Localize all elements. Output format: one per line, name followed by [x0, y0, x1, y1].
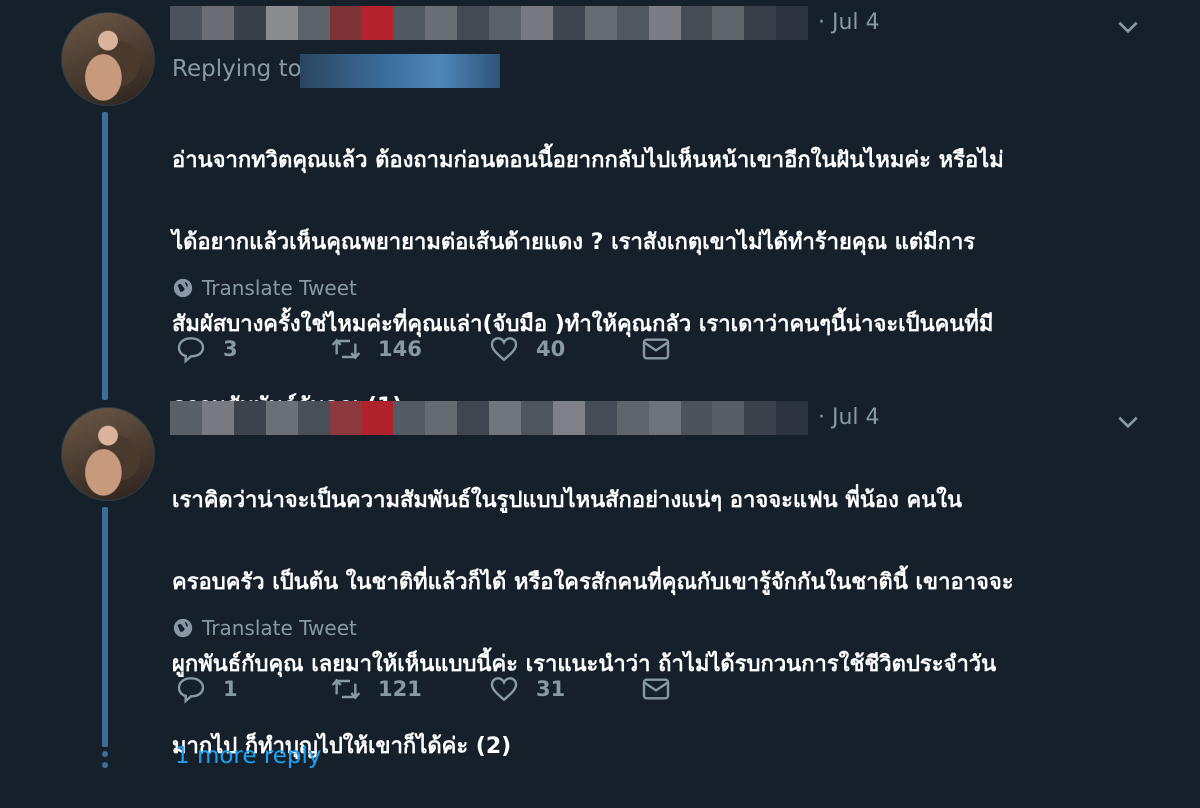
retweet-button[interactable]: 146	[330, 333, 422, 365]
direct-message-button[interactable]	[640, 333, 672, 365]
like-button[interactable]: 40	[488, 333, 565, 365]
tweet-text-line: อ่านจากทวิตคุณแล้ว ต้องถามก่อนตอนนี้อยาก…	[172, 148, 1004, 173]
reply-count: 1	[223, 677, 238, 701]
avatar[interactable]	[61, 407, 155, 501]
translate-label: Translate Tweet	[202, 616, 357, 640]
translate-tweet-link[interactable]: Translate Tweet	[172, 276, 357, 300]
direct-message-button[interactable]	[640, 673, 672, 705]
retweet-count: 146	[378, 337, 422, 361]
globe-icon	[173, 278, 193, 298]
tweet-text-line: เราคิดว่าน่าจะเป็นความสัมพันธ์ในรูปแบบไห…	[172, 488, 963, 513]
like-button[interactable]: 31	[488, 673, 565, 705]
avatar[interactable]	[61, 12, 155, 106]
thread-line	[102, 507, 108, 747]
retweet-icon	[331, 678, 361, 700]
tweet-text-line: ได้อยากแล้วเห็นคุณพยายามต่อเส้นด้ายแดง ?…	[172, 230, 976, 255]
retweet-button[interactable]: 121	[330, 673, 422, 705]
heart-icon	[490, 677, 518, 702]
reply-icon	[177, 337, 205, 364]
tweet-2[interactable]: · Jul 4 เราคิดว่าน่าจะเป็นความสัมพันธ์ใน…	[0, 395, 1200, 777]
tweet-actions: 1 121 31	[175, 673, 715, 709]
blurred-reply-handle[interactable]	[300, 54, 500, 88]
blurred-username	[170, 401, 809, 435]
thread-line	[102, 112, 108, 400]
replying-to-label: Replying to	[172, 56, 302, 82]
retweet-count: 121	[378, 677, 422, 701]
retweet-icon	[331, 338, 361, 360]
chevron-down-icon[interactable]	[1115, 14, 1141, 40]
reply-count: 3	[223, 337, 238, 361]
more-replies-dots	[102, 751, 108, 773]
envelope-icon	[642, 338, 670, 360]
translate-tweet-link[interactable]: Translate Tweet	[172, 616, 357, 640]
tweet-1[interactable]: · Jul 4 Replying to อ่านจากทวิตคุณแล้ว ต…	[0, 0, 1200, 419]
like-count: 40	[536, 337, 566, 361]
heart-icon	[490, 337, 518, 362]
tweet-actions: 3 146 40	[175, 333, 715, 369]
envelope-icon	[642, 678, 670, 700]
like-count: 31	[536, 677, 566, 701]
chevron-down-icon[interactable]	[1115, 409, 1141, 435]
more-replies-link[interactable]: 1 more reply	[175, 743, 322, 769]
tweet-date[interactable]: · Jul 4	[818, 405, 880, 430]
reply-icon	[177, 677, 205, 704]
tweet-text-line: ครอบครัว เป็นต้น ในชาติที่แล้วก็ได้ หรือ…	[172, 570, 1014, 595]
blurred-username	[170, 6, 809, 40]
reply-button[interactable]: 3	[175, 333, 238, 365]
translate-label: Translate Tweet	[202, 276, 357, 300]
globe-icon	[173, 618, 193, 638]
reply-button[interactable]: 1	[175, 673, 238, 705]
tweet-date[interactable]: · Jul 4	[818, 10, 880, 35]
